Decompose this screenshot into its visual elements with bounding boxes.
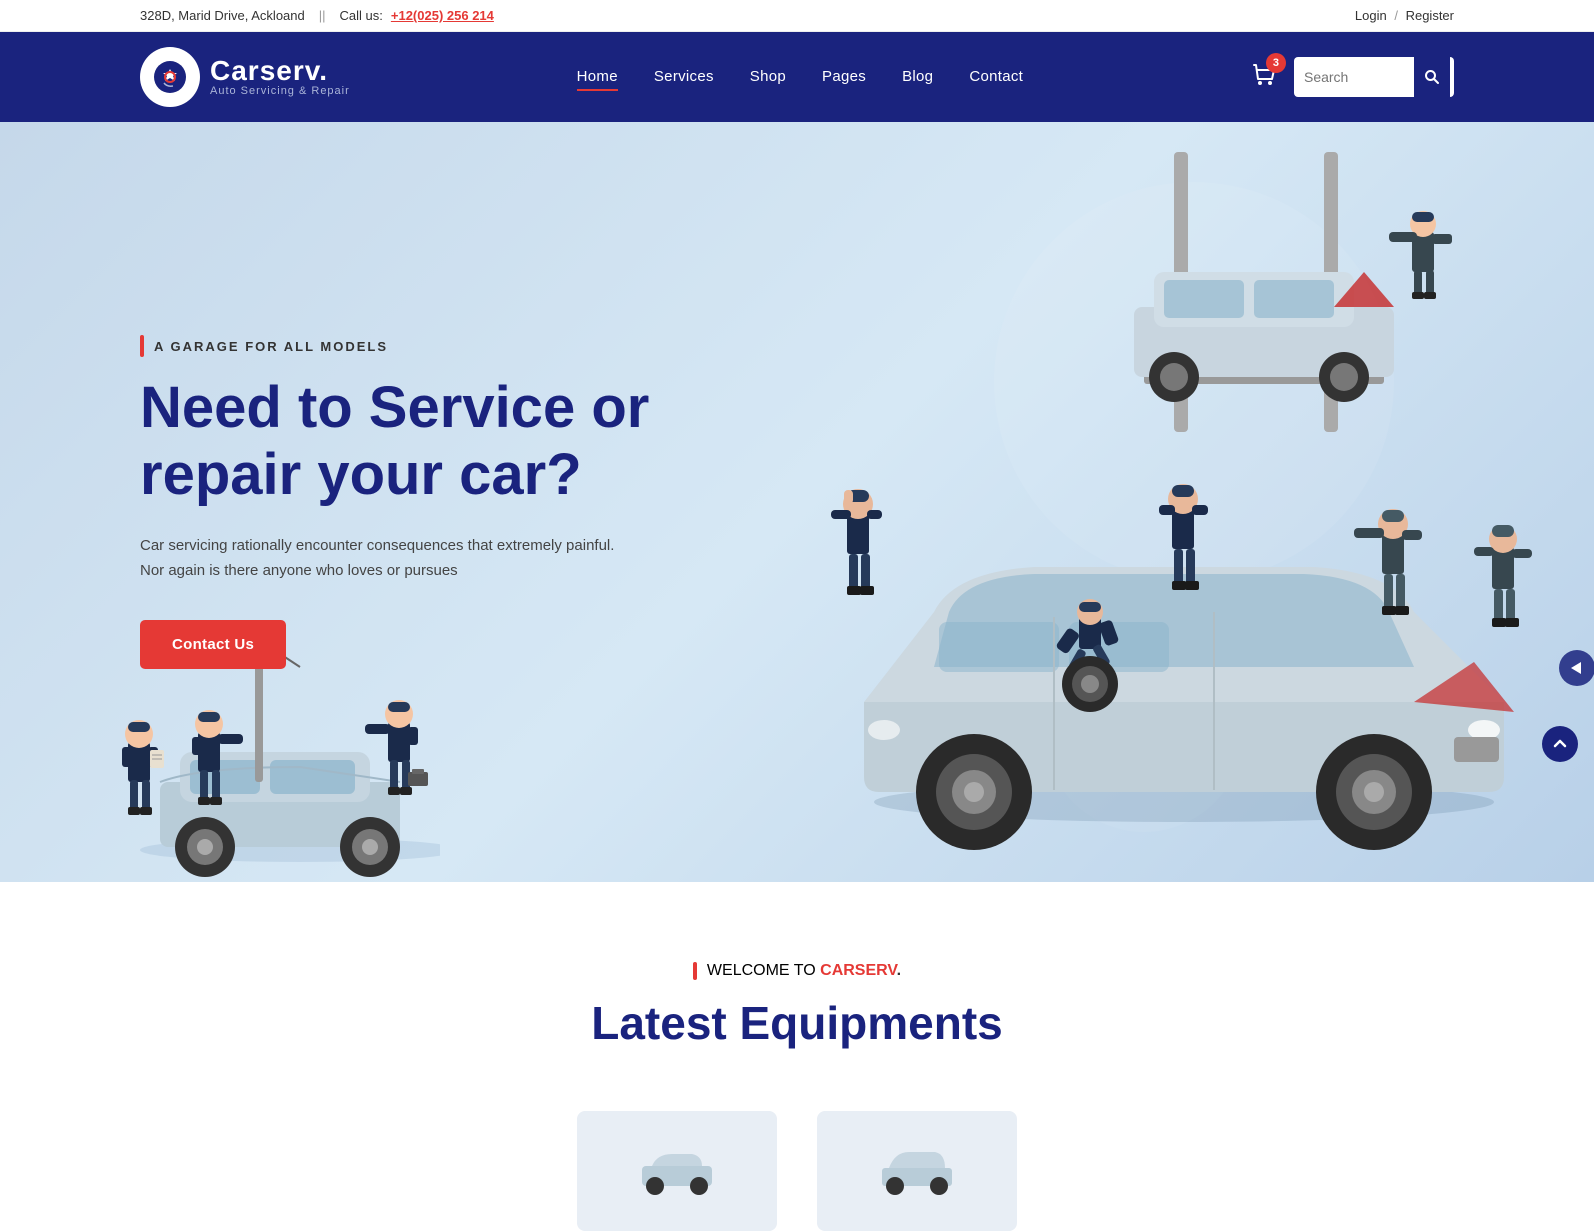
welcome-label: WELCOME TO [707, 962, 816, 979]
hero-title-line1: Need to Service or [140, 375, 649, 440]
phone-link[interactable]: +12(025) 256 214 [391, 8, 494, 23]
logo-text-wrap: Carserv. Auto Servicing & Repair [210, 57, 350, 97]
search-box[interactable] [1294, 57, 1454, 97]
navbar: Carserv. Auto Servicing & Repair Home Se… [0, 32, 1594, 122]
welcome-tag-text: WELCOME TO CARSERV. [707, 962, 901, 980]
hero-tag: A GARAGE FOR ALL MODELS [140, 335, 649, 357]
nav-link-pages[interactable]: Pages [822, 68, 866, 89]
welcome-brand-suffix: . [897, 962, 901, 979]
welcome-title: Latest Equipments [140, 996, 1454, 1051]
nav-links: Home Services Shop Pages Blog Contact [577, 68, 1023, 86]
address-text: 328D, Marid Drive, Ackloand [140, 8, 305, 23]
search-icon [1424, 69, 1440, 85]
search-input[interactable] [1294, 69, 1414, 85]
hero-tag-bar [140, 335, 144, 357]
hero-illustration-right [774, 122, 1594, 882]
login-separator: / [1394, 8, 1398, 23]
top-bar: 328D, Marid Drive, Ackloand || Call us: … [0, 0, 1594, 32]
nav-right: 3 [1250, 57, 1454, 97]
logo-icon [140, 47, 200, 107]
search-button[interactable] [1414, 57, 1450, 97]
hero-title-line2: repair your car? [140, 442, 582, 507]
welcome-section: WELCOME TO CARSERV. Latest Equipments [0, 882, 1594, 1091]
welcome-brand: CARSERV [820, 962, 896, 979]
nav-item-shop[interactable]: Shop [750, 68, 786, 86]
divider: || [319, 8, 326, 23]
bottom-car-2 [817, 1111, 1017, 1231]
hero-title: Need to Service or repair your car? [140, 375, 649, 508]
chevron-up-icon [1552, 736, 1568, 752]
contact-us-button[interactable]: Contact Us [140, 620, 286, 669]
nav-item-contact[interactable]: Contact [969, 68, 1023, 86]
nav-link-services[interactable]: Services [654, 68, 714, 89]
bottom-cars-row [0, 1091, 1594, 1231]
logo-tagline: Auto Servicing & Repair [210, 85, 350, 97]
scroll-up-button[interactable] [1542, 726, 1578, 762]
cart-button[interactable]: 3 [1250, 61, 1278, 94]
register-link[interactable]: Register [1406, 8, 1454, 23]
hero-content: A GARAGE FOR ALL MODELS Need to Service … [140, 335, 649, 668]
call-label: Call us: [340, 8, 383, 23]
welcome-tag-bar [693, 962, 697, 980]
top-bar-left: 328D, Marid Drive, Ackloand || Call us: … [140, 8, 494, 23]
hero-tag-text: A GARAGE FOR ALL MODELS [154, 339, 388, 354]
login-link[interactable]: Login [1355, 8, 1387, 23]
nav-item-services[interactable]: Services [654, 68, 714, 86]
cart-badge: 3 [1266, 53, 1286, 73]
nav-item-home[interactable]: Home [577, 68, 618, 86]
top-bar-right: Login / Register [1355, 8, 1454, 23]
logo-name: Carserv. [210, 57, 350, 85]
nav-link-blog[interactable]: Blog [902, 68, 933, 89]
hero-section: A GARAGE FOR ALL MODELS Need to Service … [0, 122, 1594, 882]
logo[interactable]: Carserv. Auto Servicing & Repair [140, 47, 350, 107]
welcome-tag: WELCOME TO CARSERV. [140, 962, 1454, 980]
hero-description: Car servicing rationally encounter conse… [140, 533, 620, 584]
nav-link-home[interactable]: Home [577, 68, 618, 91]
nav-item-pages[interactable]: Pages [822, 68, 866, 86]
nav-link-shop[interactable]: Shop [750, 68, 786, 89]
nav-item-blog[interactable]: Blog [902, 68, 933, 86]
nav-link-contact[interactable]: Contact [969, 68, 1023, 89]
bottom-car-1 [577, 1111, 777, 1231]
